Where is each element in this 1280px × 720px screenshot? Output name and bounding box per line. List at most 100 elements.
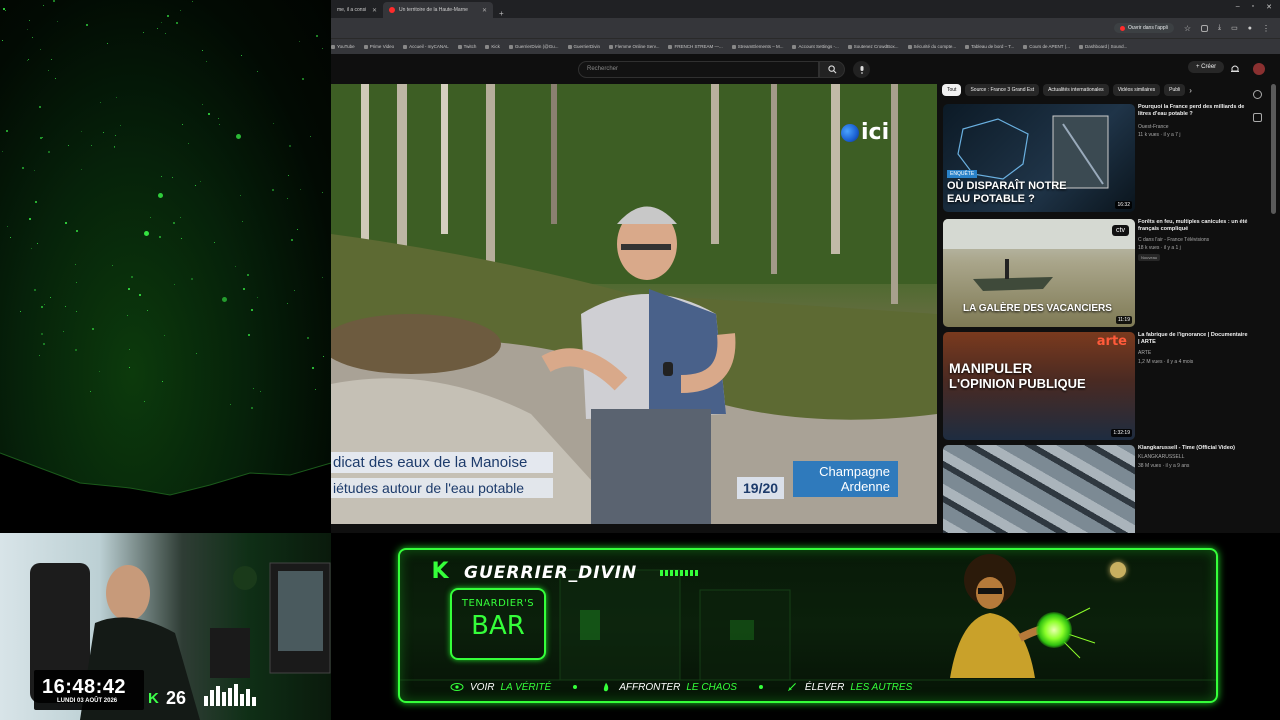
- bookmark-item[interactable]: Soutenez CrowdBox...: [847, 44, 899, 49]
- visualizer-bar: [234, 684, 238, 706]
- bell-icon[interactable]: [1230, 64, 1240, 74]
- bookmark-item[interactable]: Kick: [485, 44, 500, 49]
- bookmark-item[interactable]: GuerrierDivin: [567, 44, 600, 49]
- star: [127, 288, 130, 291]
- recommendation-item[interactable]: Klangkarussell - Time (Official Video) K…: [943, 445, 1273, 533]
- chip-source[interactable]: Source : France 3 Grand Est: [965, 84, 1040, 96]
- create-button[interactable]: + Créer: [1188, 61, 1225, 73]
- recommendation-item[interactable]: arte MANIPULER L'OPINION PUBLIQUE 1:32:1…: [943, 332, 1273, 442]
- video-player[interactable]: ici dicat des eaux de la Manoise iétudes…: [331, 84, 937, 524]
- tab-previous[interactable]: me, il a consi ✕: [331, 2, 383, 18]
- youtube-header: Rechercher + Créer: [331, 54, 1280, 84]
- star: [199, 181, 201, 183]
- bookmark-item[interactable]: GuerrierDivin (@Gu...: [508, 44, 559, 49]
- video-title[interactable]: Klangkarussell - Time (Official Video): [1138, 445, 1248, 452]
- chip-international[interactable]: Actualités internationales: [1043, 84, 1109, 96]
- bookmark-favicon-icon: [1023, 44, 1028, 49]
- star: [297, 228, 299, 230]
- audio-visualizer: [204, 684, 256, 706]
- video-title[interactable]: Pourquoi la France perd des milliards de…: [1138, 104, 1248, 118]
- filter-chips: Tout Source : France 3 Grand Est Actuali…: [942, 84, 1192, 96]
- chip-all[interactable]: Tout: [942, 84, 962, 96]
- bookmark-item[interactable]: Sécurité du compte...: [907, 44, 956, 49]
- recommendation-item[interactable]: ENQUÊTE OÙ DISPARAÎT NOTRE EAU POTABLE ?…: [943, 104, 1273, 214]
- sidebar-icon[interactable]: ▭: [1231, 24, 1238, 32]
- star: [156, 27, 158, 29]
- star: [180, 238, 182, 240]
- bookmark-item[interactable]: Account Settings -...: [792, 44, 839, 49]
- minimize-icon[interactable]: –: [1236, 3, 1240, 11]
- video-thumbnail[interactable]: ctv LA GALÈRE DES VACANCIERS 11:19: [943, 219, 1135, 327]
- bookmark-item[interactable]: Prime Video: [363, 44, 394, 49]
- search-input[interactable]: Rechercher: [578, 61, 819, 78]
- search-button[interactable]: [819, 61, 845, 78]
- info-icon[interactable]: [1253, 90, 1262, 99]
- star: [21, 166, 24, 169]
- video-thumbnail[interactable]: ENQUÊTE OÙ DISPARAÎT NOTRE EAU POTABLE ?…: [943, 104, 1135, 212]
- recommendation-item[interactable]: ctv LA GALÈRE DES VACANCIERS 11:19 Forêt…: [943, 219, 1273, 329]
- star: [48, 70, 50, 72]
- video-thumbnail[interactable]: [943, 445, 1135, 533]
- bookmark-item[interactable]: Accueil - myCANAL: [403, 44, 449, 49]
- star: [250, 406, 253, 409]
- clock-date: LUNDI 03 AOÛT 2026: [57, 698, 118, 704]
- star: [302, 77, 305, 80]
- channel-name[interactable]: C dans l'air - France Télévisions: [1138, 237, 1248, 243]
- tab-active[interactable]: Un territoire de la Haute-Marne ✕: [383, 2, 493, 18]
- ici-globe-icon: [841, 123, 859, 142]
- bookmark-item[interactable]: Tableau de bord – T...: [965, 44, 1014, 49]
- bookmark-favicon-icon: [363, 44, 368, 49]
- chevron-right-icon[interactable]: ›: [1189, 86, 1192, 95]
- bookmark-item[interactable]: Flemme Online Serv...: [609, 44, 659, 49]
- maximize-icon[interactable]: ▫: [1252, 3, 1254, 11]
- video-title[interactable]: La fabrique de l'ignorance | Documentair…: [1138, 332, 1248, 346]
- star: [294, 290, 296, 292]
- star: [43, 342, 46, 345]
- channel-name[interactable]: ARTE: [1138, 350, 1248, 356]
- star: [290, 238, 293, 241]
- tag-verb: VOIR: [470, 681, 495, 693]
- chip-similar[interactable]: Vidéos similaires: [1112, 84, 1161, 96]
- star: [162, 380, 164, 382]
- profile-icon[interactable]: ●: [1248, 25, 1252, 32]
- open-in-app-button[interactable]: Ouvrir dans l'appli: [1113, 23, 1174, 33]
- star: [41, 305, 44, 308]
- star: [115, 96, 117, 98]
- close-window-icon[interactable]: ✕: [1266, 3, 1272, 11]
- bookmark-label: Account Settings -...: [798, 44, 839, 49]
- mic-button[interactable]: [853, 61, 870, 78]
- bookmark-item[interactable]: YouTube: [331, 44, 355, 49]
- video-thumbnail[interactable]: arte MANIPULER L'OPINION PUBLIQUE 1:32:1…: [943, 332, 1135, 440]
- channel-name[interactable]: KLANGKARUSSELL: [1138, 454, 1248, 460]
- avatar[interactable]: [1253, 63, 1265, 75]
- star: [63, 331, 65, 333]
- star: [50, 296, 52, 298]
- chip-publi[interactable]: Publi: [1164, 84, 1186, 96]
- star: [127, 315, 129, 317]
- star: [48, 151, 51, 154]
- bookmark-item[interactable]: Twitch: [457, 44, 476, 49]
- video-title[interactable]: Forêts en feu, multiples canicules : un …: [1138, 219, 1248, 233]
- bookmarks-bar: YouTube Prime Video Accueil - myCANAL Twitc…: [331, 38, 1280, 54]
- star: [112, 264, 114, 266]
- star: [50, 58, 52, 60]
- close-icon[interactable]: ✕: [482, 7, 487, 14]
- star-icon[interactable]: ☆: [1184, 24, 1191, 33]
- star: [316, 34, 319, 37]
- star: [29, 218, 32, 221]
- bookmark-item[interactable]: StreamElements – M...: [731, 44, 783, 49]
- star: [173, 221, 176, 224]
- visualizer-bar: [228, 688, 232, 706]
- menu-icon[interactable]: ⋮: [1262, 24, 1270, 33]
- close-icon[interactable]: ✕: [372, 7, 377, 14]
- extensions-icon[interactable]: [1201, 24, 1209, 32]
- download-icon[interactable]: ⤓: [1218, 24, 1221, 32]
- star: [81, 130, 83, 132]
- tag-verb: AFFRONTER: [619, 681, 681, 693]
- channel-name[interactable]: Ouest-France: [1138, 124, 1248, 130]
- bookmark-item[interactable]: Cours de APENT (...: [1023, 44, 1070, 49]
- star: [205, 61, 207, 63]
- bookmark-item[interactable]: Dashboard | Sound...: [1078, 44, 1127, 49]
- new-tab-icon[interactable]: +: [499, 9, 504, 18]
- bookmark-item[interactable]: FRENCH STREAM —...: [668, 44, 723, 49]
